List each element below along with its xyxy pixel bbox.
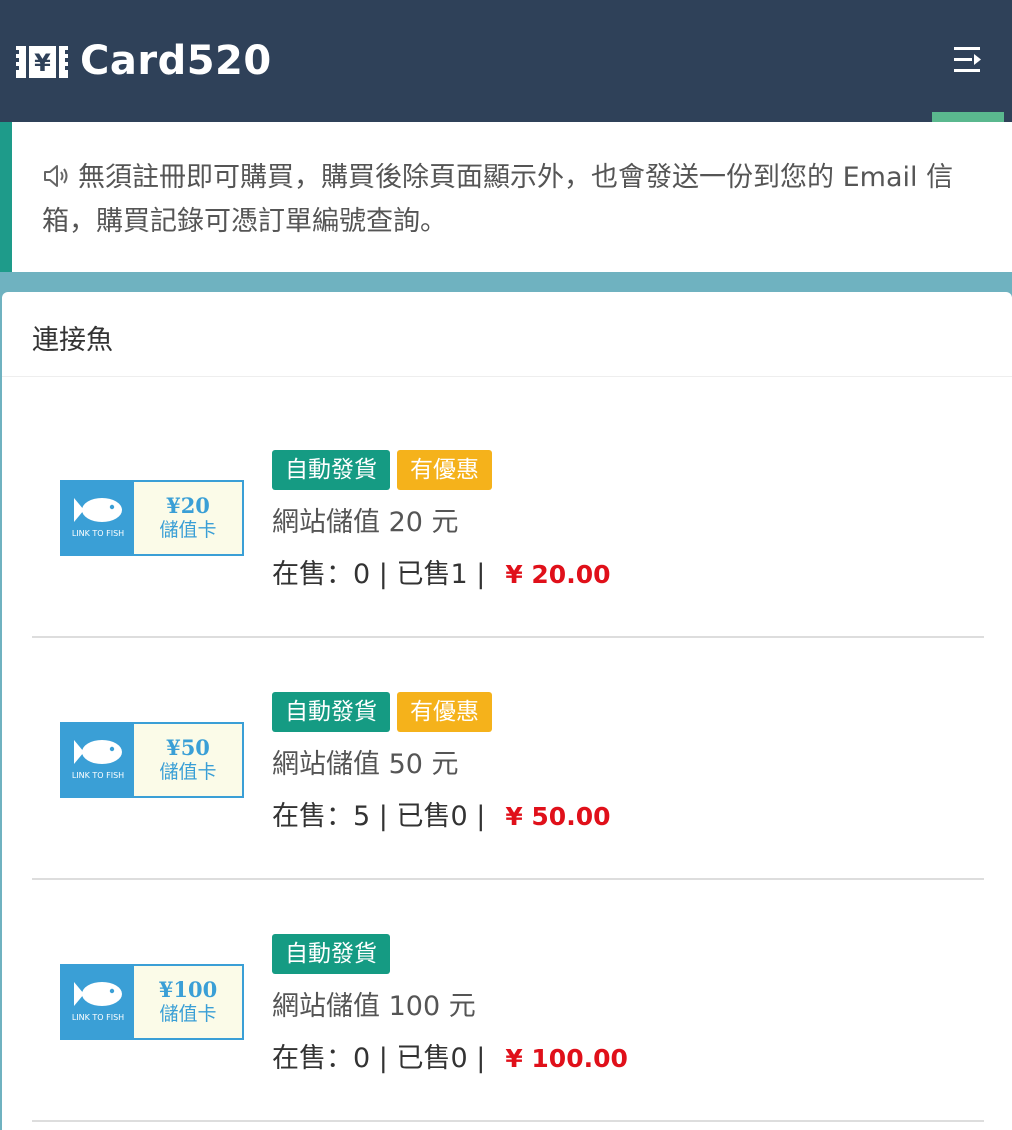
product-item[interactable]: LINK TO FISH ¥50 儲值卡 自動發貨 有優惠 網站儲值 50 元 … xyxy=(32,638,984,880)
product-thumbnail[interactable]: LINK TO FISH ¥50 儲值卡 xyxy=(60,722,244,798)
category-title: 連接魚 xyxy=(2,292,1012,377)
auto-delivery-tag: 自動發貨 xyxy=(272,934,390,974)
nav-accent-bar xyxy=(932,112,1004,122)
discount-tag: 有優惠 xyxy=(397,692,492,732)
speaker-icon xyxy=(44,165,68,187)
thumb-label: 儲值卡 xyxy=(159,519,217,541)
fish-icon xyxy=(74,982,122,1006)
auto-delivery-tag: 自動發貨 xyxy=(272,450,390,490)
thumb-brand: LINK TO FISH xyxy=(71,771,125,780)
notice-text: 無須註冊即可購買，購買後除頁面顯示外，也會發送一份到您的 Email 信箱，購買… xyxy=(42,162,954,237)
product-title[interactable]: 網站儲值 100 元 xyxy=(272,984,476,1023)
product-price: ¥ 50.00 xyxy=(505,802,611,831)
menu-collapse-icon xyxy=(954,47,981,72)
notice-paragraph: 無須註冊即可購買，購買後除頁面顯示外，也會發送一份到您的 Email 信箱，購買… xyxy=(42,156,988,244)
thumb-amount: ¥100 xyxy=(158,977,218,1002)
product-price: ¥ 20.00 xyxy=(505,560,611,589)
tag-group: 自動發貨 xyxy=(272,934,397,974)
product-price: ¥ 100.00 xyxy=(505,1044,628,1073)
menu-toggle-button[interactable] xyxy=(950,44,986,76)
tag-group: 自動發貨 有優惠 xyxy=(272,450,499,490)
product-thumbnail[interactable]: LINK TO FISH ¥20 儲值卡 xyxy=(60,480,244,556)
top-navbar: ¥ Card520 xyxy=(0,0,1012,122)
stock-line: 在售：0 | 已售1 | ¥ 20.00 xyxy=(272,552,611,591)
thumb-brand: LINK TO FISH xyxy=(71,1013,125,1022)
thumb-amount: ¥20 xyxy=(166,493,210,518)
stock-info: 在售：0 | 已售1 | xyxy=(272,559,486,590)
svg-text:¥: ¥ xyxy=(34,49,51,77)
auto-delivery-tag: 自動發貨 xyxy=(272,692,390,732)
product-card: 連接魚 LINK TO FISH ¥20 儲值卡 自動發貨 有優惠 網站儲值 2… xyxy=(2,292,1012,1130)
stock-info: 在售：5 | 已售0 | xyxy=(272,801,486,832)
ticket-yen-icon: ¥ xyxy=(14,46,70,78)
fish-icon xyxy=(74,498,122,522)
product-thumbnail[interactable]: LINK TO FISH ¥100 儲值卡 xyxy=(60,964,244,1040)
thumb-brand: LINK TO FISH xyxy=(71,529,125,538)
product-item[interactable]: LINK TO FISH ¥100 儲值卡 自動發貨 網站儲值 100 元 在售… xyxy=(32,880,984,1122)
logo-text: Card520 xyxy=(80,38,272,84)
notice-box: 無須註冊即可購買，購買後除頁面顯示外，也會發送一份到您的 Email 信箱，購買… xyxy=(0,122,1012,272)
stock-line: 在售：0 | 已售0 | ¥ 100.00 xyxy=(272,1036,628,1075)
site-logo[interactable]: ¥ Card520 xyxy=(14,36,272,86)
stock-info: 在售：0 | 已售0 | xyxy=(272,1043,486,1074)
thumb-label: 儲值卡 xyxy=(159,1003,217,1025)
stock-line: 在售：5 | 已售0 | ¥ 50.00 xyxy=(272,794,611,833)
product-title[interactable]: 網站儲值 20 元 xyxy=(272,500,459,539)
fish-icon xyxy=(74,740,122,764)
discount-tag: 有優惠 xyxy=(397,450,492,490)
tag-group: 自動發貨 有優惠 xyxy=(272,692,499,732)
thumb-amount: ¥50 xyxy=(166,735,210,760)
product-title[interactable]: 網站儲值 50 元 xyxy=(272,742,459,781)
product-item[interactable]: LINK TO FISH ¥20 儲值卡 自動發貨 有優惠 網站儲值 20 元 … xyxy=(32,396,984,638)
thumb-label: 儲值卡 xyxy=(159,761,217,783)
